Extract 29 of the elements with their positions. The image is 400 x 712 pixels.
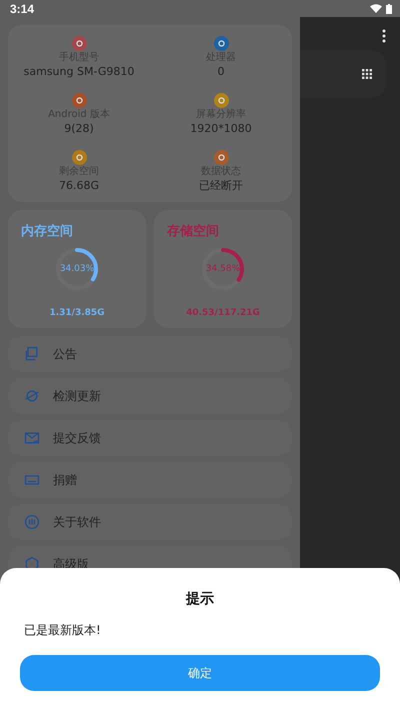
more-icon[interactable] bbox=[382, 29, 386, 43]
menu-item[interactable]: 检测更新 bbox=[8, 378, 292, 414]
usage-text: 1.31/3.85G bbox=[49, 308, 105, 318]
dialog-title: 提示 bbox=[186, 590, 214, 608]
usage-text: 40.53/117.21G bbox=[186, 308, 260, 318]
mail-icon bbox=[24, 430, 40, 446]
menu-item[interactable]: 公告 bbox=[8, 336, 292, 372]
gauge-percent: 34.03% bbox=[60, 264, 94, 274]
dialog-message: 已是最新版本! bbox=[24, 622, 102, 639]
menu-item[interactable]: 捐赠 bbox=[8, 462, 292, 498]
card-title: 内存空间 bbox=[21, 222, 73, 240]
info-value: 76.68G bbox=[58, 179, 99, 193]
gauge-percent: 34.58% bbox=[206, 264, 240, 274]
chart-circle-icon bbox=[24, 514, 40, 530]
wifi-icon bbox=[370, 4, 382, 13]
menu-item[interactable]: 关于软件 bbox=[8, 504, 292, 540]
confirm-button[interactable]: 确定 bbox=[20, 655, 380, 691]
copy-icon bbox=[24, 346, 40, 362]
info-value: samsung SM-G9810 bbox=[24, 65, 134, 79]
info-value: 9(28) bbox=[64, 122, 94, 136]
menu-item[interactable]: 提交反馈 bbox=[8, 420, 292, 456]
info-value: 已经断开 bbox=[199, 179, 243, 193]
info-value: 0 bbox=[218, 65, 224, 79]
battery-icon bbox=[386, 4, 392, 14]
status-time: 3:14 bbox=[10, 2, 34, 16]
planet-icon bbox=[24, 388, 40, 404]
card-title: 存储空间 bbox=[167, 222, 219, 240]
grid-icon[interactable] bbox=[362, 69, 372, 79]
info-value: 1920*1080 bbox=[190, 122, 252, 136]
